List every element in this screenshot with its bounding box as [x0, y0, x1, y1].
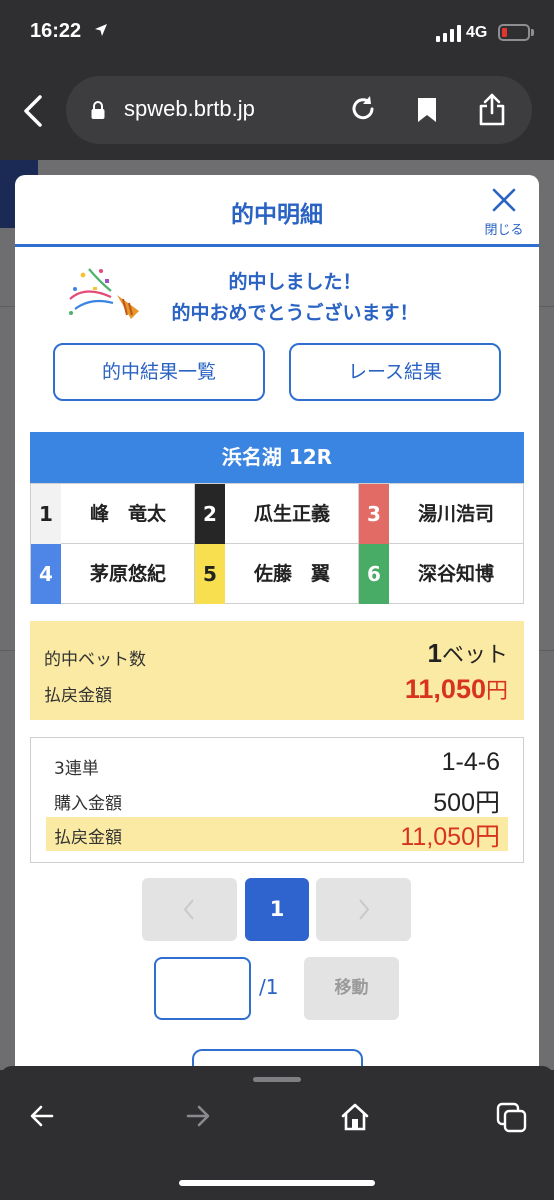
hit-results-list-button[interactable]: 的中結果一覧: [53, 343, 265, 401]
hit-bet-unit: ベット: [441, 642, 508, 667]
racer-number: 5: [195, 544, 225, 604]
url-text: spweb.brtb.jp: [124, 96, 255, 121]
hit-bet-count: 1: [427, 638, 442, 668]
racer-cell: 1 峰 竜太: [31, 484, 195, 544]
toolbar-handle[interactable]: [253, 1077, 301, 1082]
congrats-line-1: 的中しました！: [228, 271, 362, 293]
share-icon[interactable]: [478, 92, 506, 130]
modal-title: 的中明細: [231, 202, 323, 228]
status-bar: 16:22 4G: [0, 0, 554, 66]
address-bar[interactable]: spweb.brtb.jp: [66, 76, 532, 144]
racer-cell: 6 深谷知博: [359, 544, 523, 604]
hit-summary: 的中ベット数 1ベット 払戻金額 11,050円: [30, 621, 524, 720]
header-divider: [15, 244, 539, 247]
payout-row: 払戻金額 11,050円: [46, 817, 508, 851]
location-arrow-icon: [94, 22, 108, 41]
back-arrow-icon[interactable]: [28, 1102, 56, 1134]
bookmark-icon[interactable]: [416, 96, 438, 128]
hit-bet-label: 的中ベット数: [44, 650, 146, 670]
hit-payout-unit: 円: [485, 678, 508, 703]
racer-name: 峰 竜太: [89, 503, 166, 525]
browser-bar: spweb.brtb.jp: [0, 66, 554, 160]
racer-name: 茅原悠紀: [89, 563, 166, 585]
status-time: 16:22: [30, 20, 82, 42]
home-indicator: [179, 1180, 375, 1186]
close-icon: [491, 188, 517, 217]
racer-number: 3: [359, 484, 389, 544]
next-page-button[interactable]: [316, 878, 411, 941]
racer-number: 4: [31, 544, 61, 604]
purchase-label: 購入金額: [54, 794, 122, 814]
home-icon[interactable]: [340, 1102, 370, 1136]
page-total: /1: [259, 975, 279, 999]
racer-number: 6: [359, 544, 389, 604]
lock-icon: [90, 100, 106, 124]
battery-tip: [531, 29, 534, 36]
race-results-button[interactable]: レース結果: [289, 343, 501, 401]
racer-name: 湯川浩司: [417, 503, 494, 525]
hit-payout-value: 11,050円: [405, 673, 508, 705]
battery-icon: [498, 24, 530, 41]
racer-name: 深谷知博: [417, 563, 494, 585]
racer-number: 1: [31, 484, 61, 544]
close-button[interactable]: 閉じる: [477, 187, 531, 238]
bet-detail: 3連単 1-4-6 購入金額 500円 払戻金額 11,050円: [30, 737, 524, 863]
close-label: 閉じる: [484, 223, 524, 238]
bet-type-label: 3連単: [54, 759, 99, 779]
racer-number: 2: [195, 484, 225, 544]
racer-cell: 3 湯川浩司: [359, 484, 523, 544]
page-number-input[interactable]: [154, 957, 251, 1020]
back-icon[interactable]: [20, 94, 46, 132]
hit-payout-label: 払戻金額: [44, 686, 112, 706]
reload-icon[interactable]: [348, 94, 378, 128]
racer-grid: 1 峰 竜太 2 瓜生正義 3 湯川浩司 4 茅原悠紀 5 佐藤 翼 6 深谷知…: [30, 483, 524, 604]
race-title: 浜名湖 12R: [30, 432, 524, 483]
prev-page-button[interactable]: [142, 878, 237, 941]
forward-arrow-icon[interactable]: [184, 1102, 212, 1134]
hit-payout-amount: 11,050: [404, 674, 486, 704]
browser-toolbar: [0, 1066, 554, 1200]
racer-name: 佐藤 翼: [253, 563, 330, 585]
bet-type-row: 3連単 1-4-6: [46, 748, 508, 782]
party-popper-icon: [65, 265, 143, 327]
purchase-row: 購入金額 500円: [46, 783, 508, 817]
congrats-message: 的中しました！ 的中おめでとうございます！: [135, 267, 455, 329]
move-button[interactable]: 移動: [304, 957, 399, 1020]
hit-detail-modal: 的中明細 閉じる 的中しました！ 的中おめでとうございます！ 的中結果一覧 レー…: [15, 175, 539, 1070]
congrats-line-2: 的中おめでとうございます！: [171, 302, 419, 324]
signal-icon: [436, 24, 461, 42]
tabs-icon[interactable]: [496, 1102, 528, 1138]
racer-cell: 5 佐藤 翼: [195, 544, 359, 604]
racer-cell: 4 茅原悠紀: [31, 544, 195, 604]
payout-label: 払戻金額: [54, 828, 122, 848]
payout-value: 11,050円: [400, 823, 500, 851]
racer-name: 瓜生正義: [253, 503, 330, 525]
current-page-button[interactable]: 1: [245, 878, 309, 941]
network-type: 4G: [466, 24, 488, 41]
bet-type-value: 1-4-6: [441, 748, 500, 776]
purchase-value: 500円: [433, 789, 500, 817]
hit-bet-value: 1ベット: [428, 637, 508, 669]
racer-cell: 2 瓜生正義: [195, 484, 359, 544]
